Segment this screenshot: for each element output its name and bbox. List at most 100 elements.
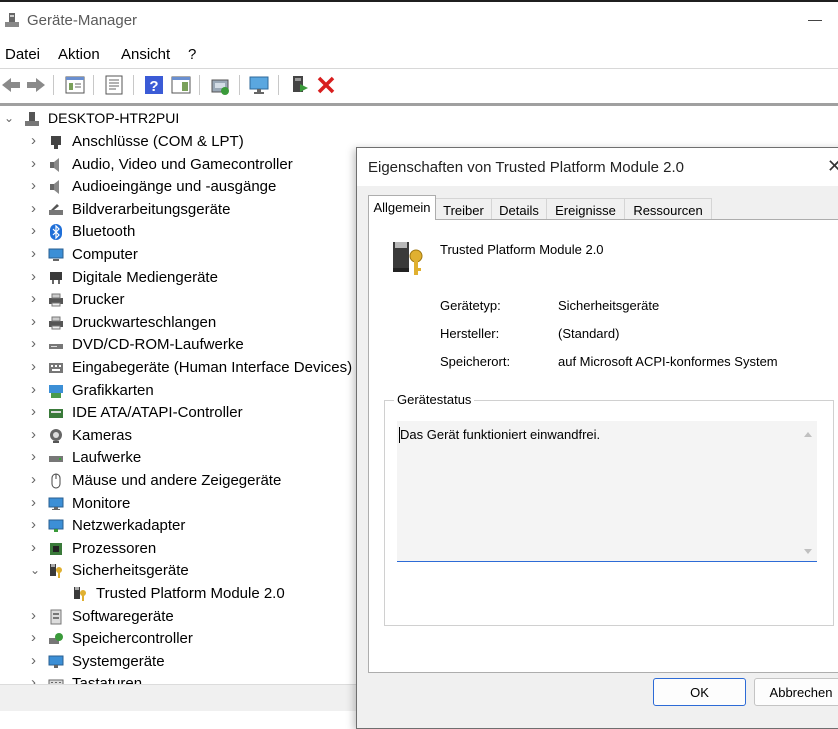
- menu-ansicht[interactable]: Ansicht: [121, 46, 170, 63]
- menu-aktion[interactable]: Aktion: [58, 46, 100, 63]
- tree-item-label: Prozessoren: [72, 540, 157, 557]
- tree-item-label: Grafikkarten: [72, 382, 154, 399]
- device-manager-window: Geräte-Manager Datei Aktion Ansicht ? ? …: [0, 0, 838, 729]
- tree-item-label: Drucker: [72, 291, 125, 308]
- bluetooth-icon: [50, 224, 62, 240]
- computer-icon: [25, 112, 39, 126]
- minimize-button[interactable]: [808, 20, 822, 21]
- chevron-right-icon[interactable]: ›: [31, 448, 43, 465]
- view-icon[interactable]: [170, 74, 192, 96]
- tree-item-label: Kameras: [72, 427, 133, 444]
- tree-item-label: Monitore: [72, 495, 131, 512]
- tree-item-label: Tastaturen: [72, 675, 143, 684]
- properties-dialog: Eigenschaften von Trusted Platform Modul…: [356, 147, 838, 729]
- tab-allgemein[interactable]: Allgemein: [368, 195, 436, 220]
- monitor-icon: [48, 497, 64, 510]
- tree-item-label: Anschlüsse (COM & LPT): [72, 133, 244, 150]
- tree-item-label: Druckwarteschlangen: [72, 314, 217, 331]
- chevron-right-icon[interactable]: ›: [31, 335, 43, 352]
- chevron-right-icon[interactable]: ›: [31, 290, 43, 307]
- device-status-text: Das Gerät funktioniert einwandfrei.: [400, 427, 601, 442]
- tab-details[interactable]: Details: [491, 198, 547, 220]
- chevron-right-icon[interactable]: ›: [31, 200, 43, 217]
- monitor-icon[interactable]: [248, 74, 270, 96]
- chevron-right-icon[interactable]: ›: [31, 313, 43, 330]
- chevron-right-icon[interactable]: ›: [31, 539, 43, 556]
- manufacturer-label: Hersteller:: [440, 326, 500, 341]
- chevron-right-icon[interactable]: ›: [31, 358, 43, 375]
- help-icon[interactable]: ?: [143, 74, 165, 96]
- device-status-group: Gerätestatus Das Gerät funktioniert einw…: [384, 392, 834, 626]
- title-bar: Geräte-Manager: [0, 2, 838, 40]
- chevron-right-icon[interactable]: ›: [31, 629, 43, 646]
- tree-item-label: Speichercontroller: [72, 630, 193, 647]
- chevron-down-icon[interactable]: ⌄: [30, 563, 42, 577]
- properties-icon[interactable]: [64, 74, 86, 96]
- tree-item-label: DVD/CD-ROM-Laufwerke: [72, 336, 244, 353]
- tree-item-label: Digitale Mediengeräte: [72, 269, 218, 286]
- hid-icon: [49, 363, 63, 373]
- toolbar-separator: [93, 75, 94, 95]
- tab-ressourcen[interactable]: Ressourcen: [624, 198, 712, 220]
- cancel-button-label: Abbrechen: [769, 685, 833, 700]
- tree-item-label: IDE ATA/ATAPI-Controller: [72, 404, 243, 421]
- uninstall-icon[interactable]: [315, 74, 337, 96]
- chevron-right-icon[interactable]: ›: [31, 674, 43, 684]
- close-icon[interactable]: ✕: [827, 156, 838, 177]
- forward-icon[interactable]: [25, 74, 47, 96]
- dialog-title-bar: Eigenschaften von Trusted Platform Modul…: [357, 148, 838, 186]
- cancel-button[interactable]: Abbrechen: [754, 678, 838, 706]
- chevron-down-icon[interactable]: ⌄: [4, 111, 16, 125]
- general-tab-panel: Trusted Platform Module 2.0 Gerätetyp: S…: [368, 219, 838, 673]
- menu-help[interactable]: ?: [188, 46, 196, 63]
- media-icon: [50, 272, 62, 284]
- chevron-right-icon[interactable]: ›: [31, 268, 43, 285]
- chevron-right-icon[interactable]: ›: [31, 177, 43, 194]
- toolbar-separator: [53, 75, 54, 95]
- enable-icon[interactable]: [288, 74, 310, 96]
- device-name: Trusted Platform Module 2.0: [440, 242, 604, 257]
- chevron-right-icon[interactable]: ›: [31, 471, 43, 488]
- tree-item-label: Softwaregeräte: [72, 608, 174, 625]
- chevron-right-icon[interactable]: ›: [31, 516, 43, 533]
- manufacturer-value: (Standard): [558, 326, 620, 341]
- update-icon[interactable]: [103, 74, 125, 96]
- tree-item-label: Audioeingänge und -ausgänge: [72, 178, 277, 195]
- dvd-icon: [49, 344, 63, 349]
- tree-item-label: Mäuse und andere Zeigegeräte: [72, 472, 282, 489]
- tree-item-label: Bildverarbeitungsgeräte: [72, 201, 231, 218]
- tree-item-label: Systemgeräte: [72, 653, 165, 670]
- processor-icon: [50, 543, 62, 555]
- chevron-right-icon[interactable]: ›: [31, 132, 43, 149]
- chevron-right-icon[interactable]: ›: [31, 403, 43, 420]
- tree-item-label: Trusted Platform Module 2.0: [96, 585, 285, 602]
- ok-button-label: OK: [690, 685, 709, 700]
- tree-item-label: Eingabegeräte (Human Interface Devices): [72, 359, 353, 376]
- toolbar-separator: [278, 75, 279, 95]
- tab-treiber[interactable]: Treiber: [435, 198, 492, 220]
- mouse-icon: [51, 473, 61, 489]
- chevron-right-icon[interactable]: ›: [31, 652, 43, 669]
- ok-button[interactable]: OK: [653, 678, 746, 706]
- tree-item-label: Audio, Video und Gamecontroller: [72, 156, 293, 173]
- device-status-textbox[interactable]: Das Gerät funktioniert einwandfrei.: [397, 421, 817, 562]
- tab-ereignisse[interactable]: Ereignisse: [546, 198, 625, 220]
- chevron-right-icon[interactable]: ›: [31, 381, 43, 398]
- tab-label: Details: [499, 203, 539, 218]
- chevron-right-icon[interactable]: ›: [31, 245, 43, 262]
- chevron-right-icon[interactable]: ›: [31, 155, 43, 172]
- vertical-scrollbar[interactable]: [803, 429, 813, 557]
- chevron-right-icon[interactable]: ›: [31, 494, 43, 511]
- speaker-icon: [50, 158, 59, 172]
- chevron-right-icon[interactable]: ›: [31, 426, 43, 443]
- chevron-right-icon[interactable]: ›: [31, 222, 43, 239]
- computer-icon: [48, 248, 64, 261]
- tree-root-label: DESKTOP-HTR2PUI: [48, 110, 180, 126]
- chevron-right-icon[interactable]: ›: [31, 607, 43, 624]
- tab-label: Ereignisse: [555, 203, 616, 218]
- tab-label: Treiber: [443, 203, 484, 218]
- scan-icon[interactable]: [209, 74, 231, 96]
- tpm-icon: [74, 587, 86, 601]
- back-icon[interactable]: [0, 74, 22, 96]
- menu-datei[interactable]: Datei: [5, 46, 40, 63]
